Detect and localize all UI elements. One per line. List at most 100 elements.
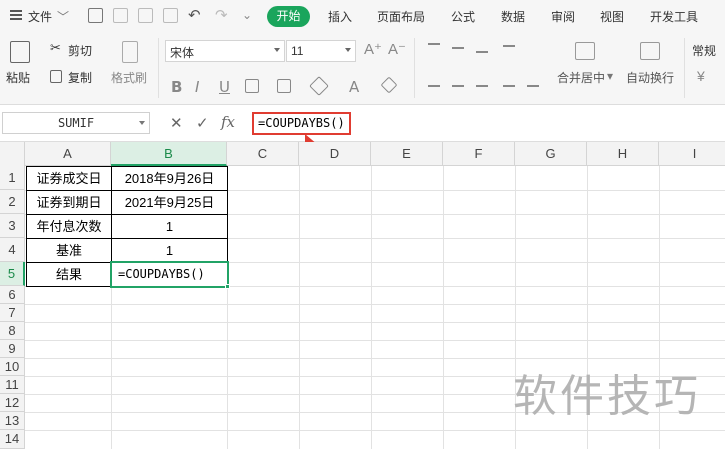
wrap-text-icon[interactable]	[640, 42, 660, 60]
export-icon[interactable]	[113, 8, 128, 23]
chevron-down-icon[interactable]: ﹀	[57, 8, 69, 25]
align-left-icon[interactable]	[428, 85, 440, 87]
justify-icon[interactable]	[503, 85, 515, 87]
row-header-3[interactable]: 3	[0, 214, 25, 238]
redo-icon[interactable]: ↷	[215, 6, 228, 24]
wrap-text-button[interactable]: 自动换行	[626, 69, 674, 86]
italic-button[interactable]: I	[195, 78, 199, 96]
chevron-down-icon	[274, 48, 280, 52]
increase-font-icon[interactable]: A⁺	[364, 40, 382, 58]
cell-b1[interactable]: 2018年9月26日	[111, 166, 228, 191]
cancel-icon[interactable]: ✕	[170, 114, 183, 132]
cell-a2[interactable]: 证券到期日	[26, 190, 112, 215]
row-header-7[interactable]: 7	[0, 304, 25, 322]
paste-button[interactable]: 粘贴	[6, 69, 30, 86]
align-middle-icon[interactable]	[452, 47, 464, 49]
paste-icon[interactable]	[10, 41, 30, 63]
font-color-icon[interactable]: A	[349, 78, 359, 96]
number-format-select[interactable]: 常规	[692, 42, 716, 59]
cut-button[interactable]: 剪切	[68, 42, 92, 59]
row-header-2[interactable]: 2	[0, 190, 25, 214]
row-header-9[interactable]: 9	[0, 340, 25, 358]
align-center-icon[interactable]	[452, 85, 464, 87]
format-painter-icon[interactable]	[122, 41, 138, 63]
row-header-12[interactable]: 12	[0, 394, 25, 412]
column-header-f[interactable]: F	[443, 142, 515, 166]
row-header-11[interactable]: 11	[0, 376, 25, 394]
file-menu[interactable]: 文件	[28, 8, 52, 25]
font-size-value: 11	[291, 44, 304, 58]
column-header-g[interactable]: G	[515, 142, 587, 166]
confirm-icon[interactable]: ✓	[196, 114, 209, 132]
copy-button[interactable]: 复制	[68, 69, 92, 86]
column-header-b[interactable]: B	[111, 142, 227, 166]
merge-cells-icon[interactable]	[575, 42, 595, 60]
chevron-down-icon[interactable]: ▾	[607, 69, 613, 83]
merge-center-button[interactable]: 合并居中	[557, 69, 605, 86]
undo-icon[interactable]: ↶	[188, 6, 201, 24]
cell-b3[interactable]: 1	[111, 214, 228, 239]
align-right-icon[interactable]	[476, 85, 488, 87]
borders-icon[interactable]	[245, 79, 259, 93]
row-header-10[interactable]: 10	[0, 358, 25, 376]
align-bottom-icon[interactable]	[476, 51, 488, 53]
row-header-8[interactable]: 8	[0, 322, 25, 340]
column-header-e[interactable]: E	[371, 142, 443, 166]
ribbon-toolbar: 粘贴 ✂ 剪切 复制 格式刷 宋体 11 A⁺ A⁻ B I U A 合并居中 …	[0, 33, 725, 105]
gridline	[299, 166, 300, 449]
font-name-select[interactable]: 宋体	[165, 40, 285, 62]
column-header-h[interactable]: H	[587, 142, 659, 166]
eraser-icon[interactable]	[380, 76, 398, 94]
save-icon[interactable]	[88, 8, 103, 23]
row-header-4[interactable]: 4	[0, 238, 25, 262]
tab-insert[interactable]: 插入	[328, 8, 352, 25]
tab-data[interactable]: 数据	[501, 8, 525, 25]
column-header-c[interactable]: C	[227, 142, 299, 166]
insert-function-button[interactable]: fx	[221, 113, 235, 131]
currency-icon[interactable]: ¥	[697, 68, 705, 84]
cell-b2[interactable]: 2021年9月25日	[111, 190, 228, 215]
underline-button[interactable]: U	[219, 78, 230, 96]
copy-icon[interactable]	[50, 70, 62, 83]
fill-handle[interactable]	[225, 284, 230, 289]
cell-a4[interactable]: 基准	[26, 238, 112, 263]
select-all-corner[interactable]	[0, 142, 25, 166]
tab-developer[interactable]: 开发工具	[650, 8, 698, 25]
row-header-6[interactable]: 6	[0, 286, 25, 304]
tab-view[interactable]: 视图	[600, 8, 624, 25]
row-header-14[interactable]: 14	[0, 430, 25, 449]
menu-icon[interactable]	[10, 10, 22, 20]
cell-a1[interactable]: 证券成交日	[26, 166, 112, 191]
row-header-5[interactable]: 5	[0, 262, 25, 286]
column-header-a[interactable]: A	[25, 142, 111, 166]
align-top-icon[interactable]	[428, 43, 440, 45]
print-icon[interactable]	[138, 8, 153, 23]
cell-a3[interactable]: 年付息次数	[26, 214, 112, 239]
format-painter-button[interactable]: 格式刷	[111, 69, 147, 86]
row-header-1[interactable]: 1	[0, 166, 25, 190]
ribbon-divider	[684, 38, 685, 98]
distributed-align-icon[interactable]	[527, 85, 539, 87]
gridline	[25, 322, 725, 323]
decrease-font-icon[interactable]: A⁻	[388, 40, 406, 58]
orientation-icon[interactable]	[503, 45, 515, 47]
active-cell-outline	[110, 261, 229, 288]
quick-access-dropdown-icon[interactable]: ⌄	[242, 8, 252, 22]
print-preview-icon[interactable]	[163, 8, 178, 23]
column-header-i[interactable]: I	[659, 142, 725, 166]
scissors-icon[interactable]: ✂	[50, 40, 61, 56]
ribbon-divider	[414, 38, 415, 98]
column-header-d[interactable]: D	[299, 142, 371, 166]
font-size-select[interactable]: 11	[286, 40, 356, 62]
row-header-13[interactable]: 13	[0, 412, 25, 430]
name-box[interactable]: SUMIF	[2, 112, 150, 134]
tab-home[interactable]: 开始	[267, 6, 310, 27]
tab-review[interactable]: 审阅	[551, 8, 575, 25]
tab-formulas[interactable]: 公式	[451, 8, 475, 25]
paint-bucket-icon[interactable]	[309, 76, 329, 96]
fill-color-icon[interactable]	[277, 79, 291, 93]
tab-page-layout[interactable]: 页面布局	[377, 8, 425, 25]
cell-a5[interactable]: 结果	[26, 262, 112, 287]
cell-b4[interactable]: 1	[111, 238, 228, 263]
bold-button[interactable]: B	[171, 78, 182, 96]
